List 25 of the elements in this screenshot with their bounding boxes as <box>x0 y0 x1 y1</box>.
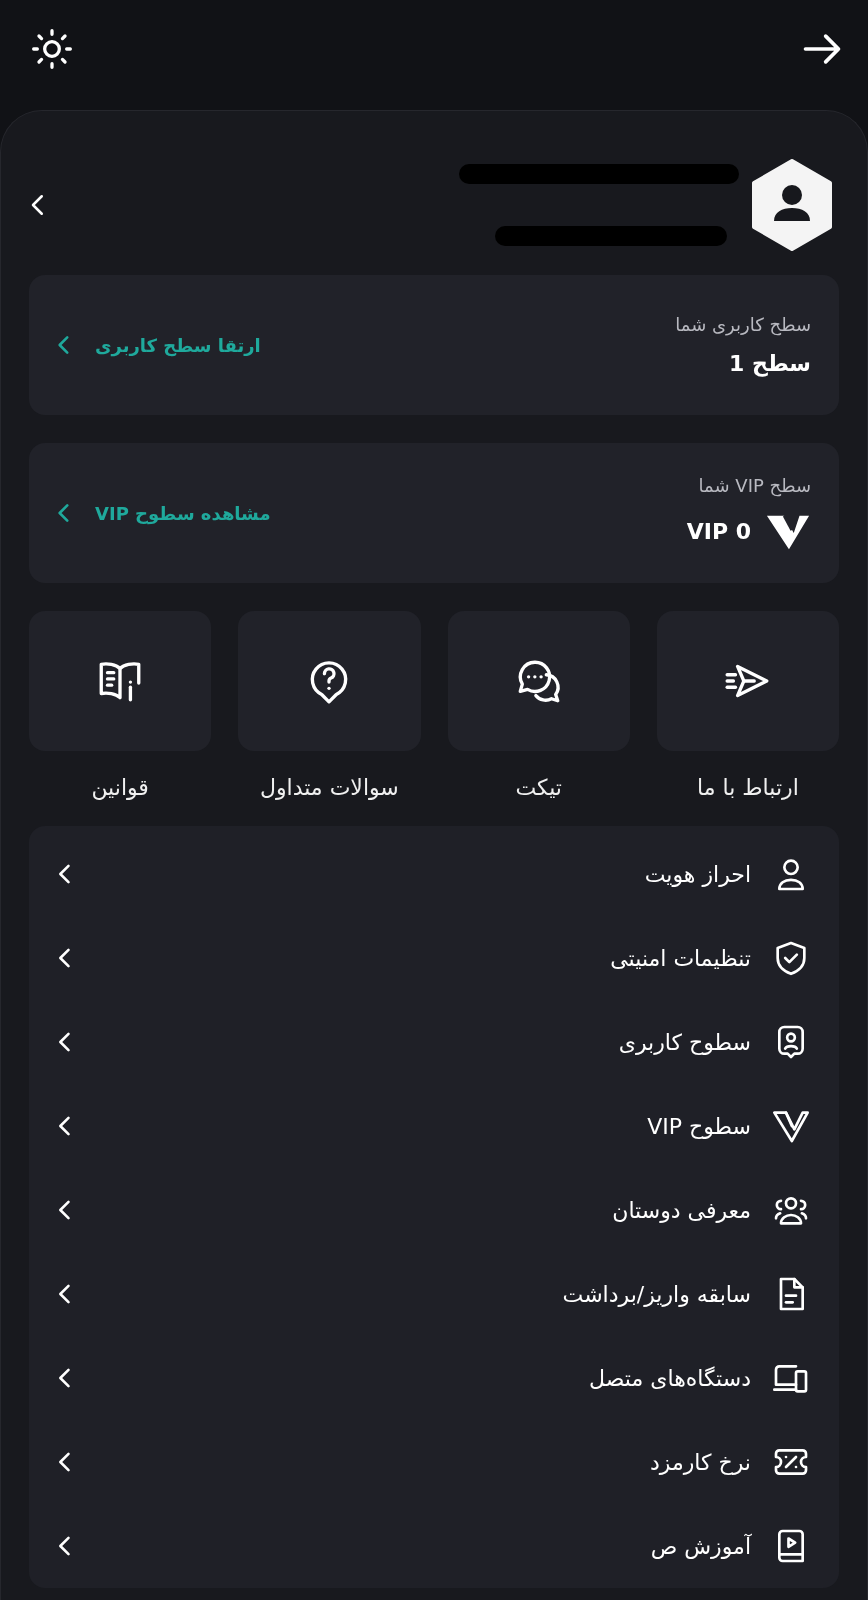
menu-item[interactable]: معرفی دوستان <box>29 1168 839 1252</box>
menu-item[interactable]: سطوح VIP <box>29 1084 839 1168</box>
avatar-icon <box>751 159 833 251</box>
shortcut-tile[interactable] <box>656 611 839 751</box>
shortcut-label: سوالات متداول <box>259 775 399 800</box>
menu-item[interactable]: احراز هویت <box>29 832 839 916</box>
shortcut-label: قوانین <box>91 775 149 800</box>
menu-item[interactable]: سابقه واریز/برداشت <box>29 1252 839 1336</box>
vip-value: VIP 0 <box>686 519 751 544</box>
brightness-icon[interactable] <box>30 27 74 71</box>
level-value: سطح 1 <box>728 351 811 376</box>
upgrade-level-link[interactable]: ارتقا سطح کاربری <box>51 332 261 358</box>
vip-label: سطح VIP شما <box>697 474 811 496</box>
level-label: سطح کاربری شما <box>675 314 811 335</box>
menu-item[interactable]: تنظیمات امنیتی <box>29 916 839 1000</box>
menu-item[interactable]: نرخ کارمزد <box>29 1420 839 1504</box>
shortcut-label: تیکت <box>515 775 562 800</box>
shortcut-tile[interactable] <box>447 611 630 751</box>
shortcut-label: ارتباط با ما <box>696 775 799 800</box>
menu-item[interactable]: آموزش ص <box>29 1504 839 1588</box>
view-vip-levels-link[interactable]: مشاهده سطوح VIP <box>51 500 271 526</box>
shortcut-tile[interactable] <box>238 611 421 751</box>
shortcut-tile[interactable] <box>29 611 212 751</box>
menu-item[interactable]: سطوح کاربری <box>29 1000 839 1084</box>
menu-item[interactable]: دستگاه‌های متصل <box>29 1336 839 1420</box>
